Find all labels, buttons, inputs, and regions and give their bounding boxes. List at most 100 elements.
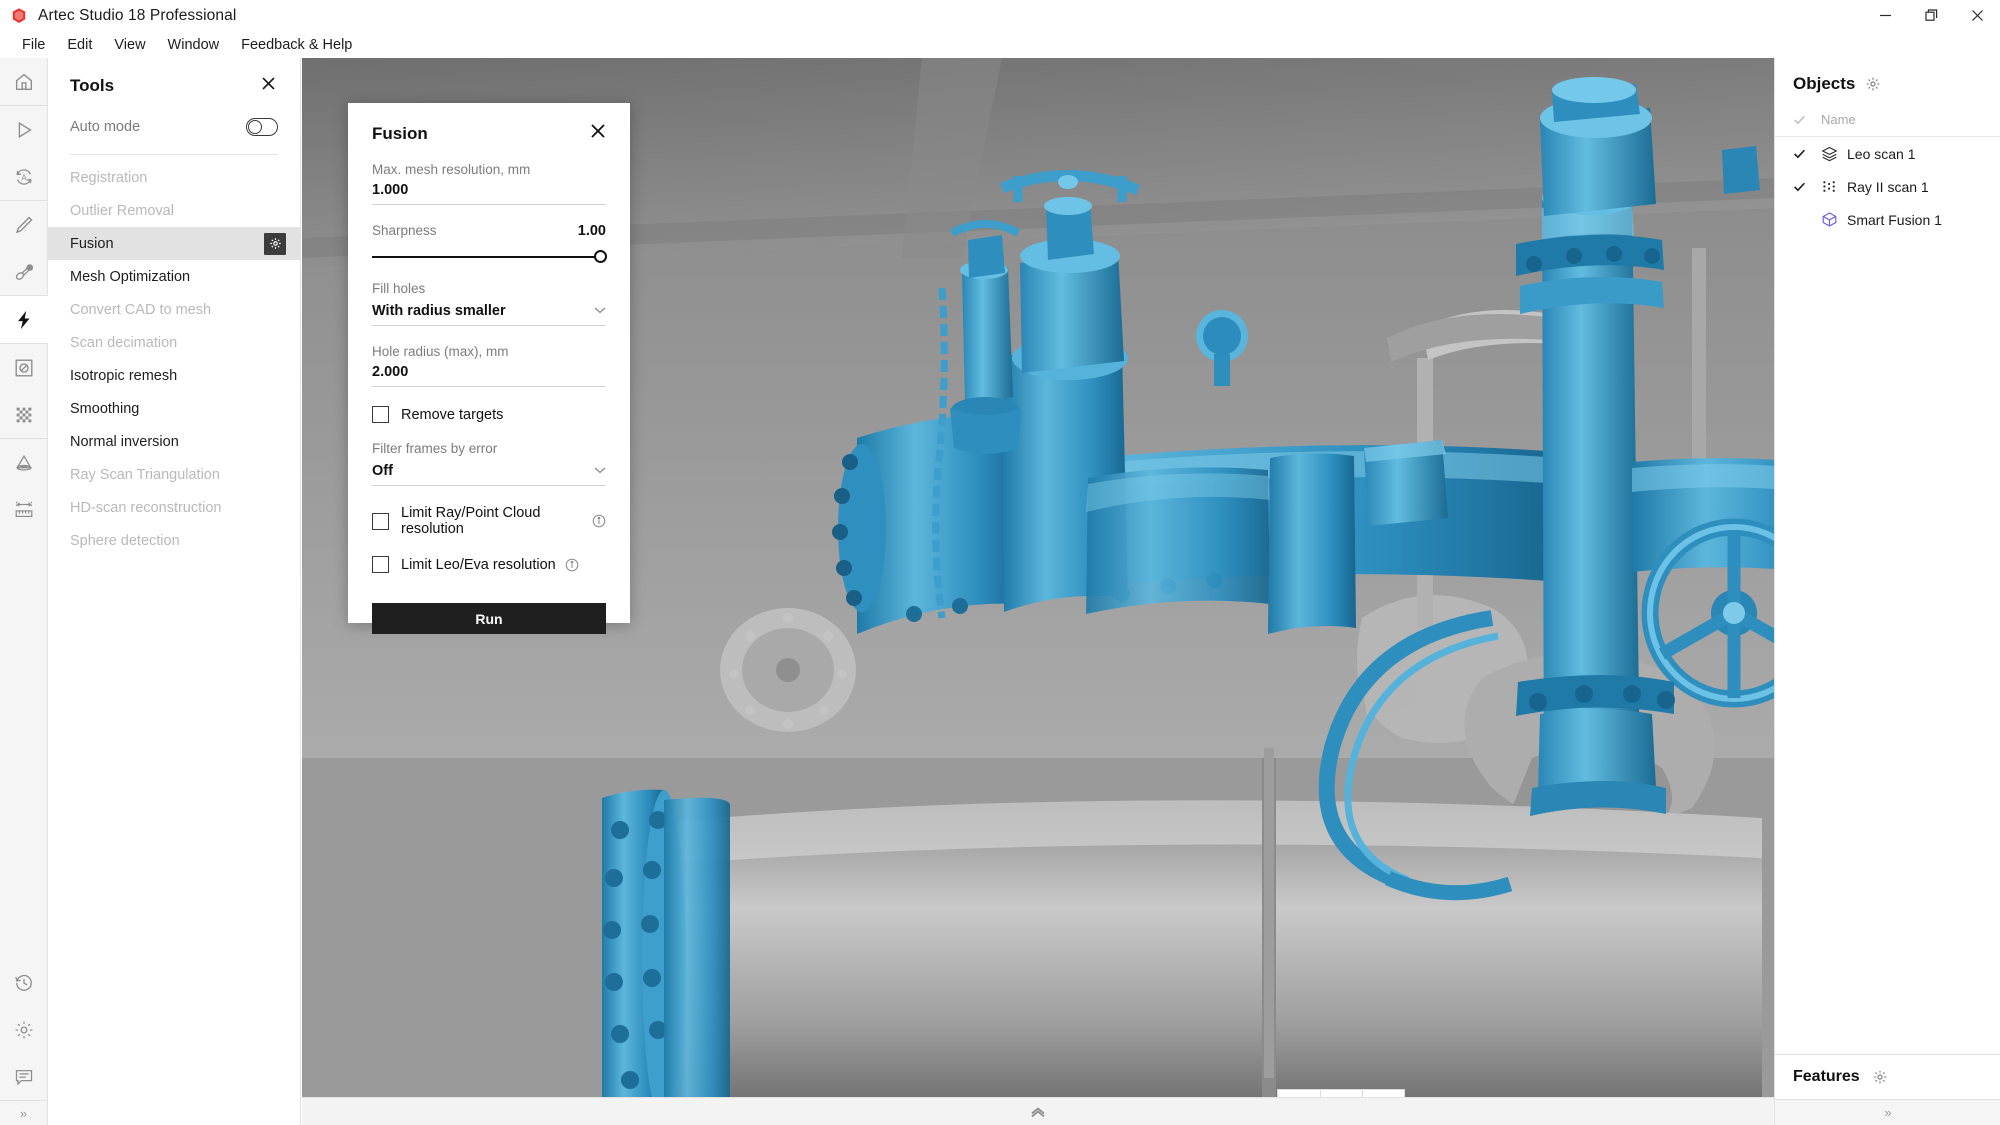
filter-frames-value: Off	[372, 463, 393, 479]
hole-radius-input[interactable]: 2.000	[372, 359, 606, 387]
filter-frames-label: Filter frames by error	[372, 441, 606, 456]
lightning-bolt-icon[interactable]	[0, 296, 48, 343]
close-icon[interactable]	[1954, 0, 2000, 31]
move-gizmo-icon[interactable]	[1278, 1090, 1320, 1097]
objects-name-column-label: Name	[1821, 112, 1856, 127]
tool-label: Normal inversion	[70, 434, 179, 450]
pencil-icon[interactable]	[0, 201, 48, 248]
check-icon	[1793, 113, 1821, 126]
features-section-header[interactable]: Features	[1775, 1054, 2000, 1099]
target-spiral-icon[interactable]	[1362, 1090, 1404, 1097]
close-icon[interactable]	[590, 123, 606, 144]
tool-sphere-detection[interactable]: Sphere detection	[48, 524, 300, 557]
run-button[interactable]: Run	[372, 603, 606, 634]
menu-file[interactable]: File	[11, 34, 56, 56]
cube-icon	[1821, 211, 1847, 228]
gear-icon[interactable]	[0, 1006, 48, 1053]
app-title: Artec Studio 18 Professional	[38, 7, 236, 25]
auto-mode-label: Auto mode	[70, 119, 140, 135]
tools-divider	[70, 154, 278, 155]
tools-header: Tools	[48, 58, 300, 98]
history-clock-icon[interactable]	[0, 959, 48, 1006]
sharpness-slider-thumb[interactable]	[594, 250, 607, 263]
tools-panel: Tools Auto mode Registration Outlier Rem…	[48, 58, 301, 1125]
close-icon[interactable]	[259, 74, 278, 98]
limit-leo-eva-resolution-label: Limit Leo/Eva resolution	[401, 557, 556, 573]
row-checkbox-checked[interactable]	[1793, 147, 1821, 160]
fusion-dialog: Fusion Max. mesh resolution, mm 1.000 Sh…	[348, 103, 630, 623]
tool-convert-cad-to-mesh[interactable]: Convert CAD to mesh	[48, 293, 300, 326]
remove-targets-row[interactable]: Remove targets	[372, 406, 606, 423]
filter-frames-field: Filter frames by error Off	[372, 441, 606, 486]
limit-ray-resolution-checkbox[interactable]	[372, 513, 389, 530]
tool-label: HD-scan reconstruction	[70, 500, 222, 516]
gear-icon[interactable]	[1872, 1069, 1888, 1085]
play-icon[interactable]	[0, 106, 48, 153]
box-view-icon[interactable]	[1320, 1090, 1362, 1097]
window-controls	[1862, 0, 2000, 31]
max-mesh-resolution-input[interactable]: 1.000	[372, 177, 606, 205]
menu-edit[interactable]: Edit	[56, 34, 103, 56]
object-row-leo-scan-1[interactable]: Leo scan 1	[1775, 137, 2000, 170]
chevron-down-icon	[594, 461, 606, 479]
limit-leo-eva-resolution-checkbox[interactable]	[372, 556, 389, 573]
artec-logo-icon	[9, 6, 29, 26]
fill-holes-select[interactable]: With radius smaller	[372, 296, 606, 326]
chevron-down-icon	[594, 301, 606, 319]
measure-ruler-icon[interactable]	[0, 486, 48, 533]
menu-view[interactable]: View	[103, 34, 156, 56]
objects-panel-title: Objects	[1793, 74, 1855, 94]
row-checkbox-checked[interactable]	[1793, 180, 1821, 193]
cone-icon[interactable]	[0, 439, 48, 486]
remove-targets-checkbox[interactable]	[372, 406, 389, 423]
tool-label: Mesh Optimization	[70, 269, 190, 285]
viewport-expand-bar[interactable]	[302, 1097, 1774, 1125]
auto-mode-row: Auto mode	[48, 98, 300, 136]
auto-align-icon[interactable]: A	[0, 153, 48, 200]
tool-label: Convert CAD to mesh	[70, 302, 211, 318]
tool-label: Registration	[70, 170, 147, 186]
tool-scan-decimation[interactable]: Scan decimation	[48, 326, 300, 359]
gear-icon[interactable]	[264, 233, 286, 255]
tool-outlier-removal[interactable]: Outlier Removal	[48, 194, 300, 227]
tool-ray-scan-triangulation[interactable]: Ray Scan Triangulation	[48, 458, 300, 491]
auto-mode-toggle[interactable]	[246, 118, 278, 136]
info-icon[interactable]	[565, 558, 579, 572]
tool-hd-scan-reconstruction[interactable]: HD-scan reconstruction	[48, 491, 300, 524]
tool-normal-inversion[interactable]: Normal inversion	[48, 425, 300, 458]
tool-label: Ray Scan Triangulation	[70, 467, 220, 483]
fill-holes-value: With radius smaller	[372, 303, 506, 319]
tool-mesh-optimization[interactable]: Mesh Optimization	[48, 260, 300, 293]
texture-brush-icon[interactable]	[0, 248, 48, 295]
checker-grid-icon[interactable]	[0, 391, 48, 438]
menu-window[interactable]: Window	[157, 34, 231, 56]
svg-text:A: A	[21, 173, 27, 182]
fusion-dialog-header: Fusion	[348, 103, 630, 144]
tool-smoothing[interactable]: Smoothing	[48, 392, 300, 425]
max-mesh-resolution-field: Max. mesh resolution, mm 1.000	[372, 162, 606, 205]
tool-registration[interactable]: Registration	[48, 161, 300, 194]
tool-isotropic-remesh[interactable]: Isotropic remesh	[48, 359, 300, 392]
objects-column-header: Name	[1775, 94, 2000, 137]
rail-collapse-button[interactable]: »	[0, 1100, 48, 1125]
comment-icon[interactable]	[0, 1053, 48, 1100]
limit-ray-resolution-row[interactable]: Limit Ray/Point Cloud resolution	[372, 505, 606, 537]
sharpness-slider[interactable]	[372, 251, 606, 263]
features-title: Features	[1793, 1068, 1860, 1086]
tool-fusion[interactable]: Fusion	[48, 227, 300, 260]
chevron-up-icon[interactable]	[1029, 1106, 1047, 1118]
minimize-icon[interactable]	[1862, 0, 1908, 31]
gear-icon[interactable]	[1865, 76, 1881, 92]
object-row-ray-ii-scan-1[interactable]: Ray II scan 1	[1775, 170, 2000, 203]
menu-feedback-help[interactable]: Feedback & Help	[230, 34, 363, 56]
restore-icon[interactable]	[1908, 0, 1954, 31]
right-panel-collapse-button[interactable]: »	[1775, 1099, 2000, 1125]
filter-frames-select[interactable]: Off	[372, 456, 606, 486]
viewport-toolbar	[1277, 1089, 1405, 1097]
home-icon[interactable]	[0, 58, 48, 105]
object-row-smart-fusion-1[interactable]: Smart Fusion 1	[1775, 203, 2000, 236]
info-icon[interactable]	[592, 514, 606, 528]
limit-leo-eva-resolution-row[interactable]: Limit Leo/Eva resolution	[372, 556, 606, 573]
sharpness-label: Sharpness	[372, 223, 437, 238]
no-entry-frame-icon[interactable]	[0, 344, 48, 391]
